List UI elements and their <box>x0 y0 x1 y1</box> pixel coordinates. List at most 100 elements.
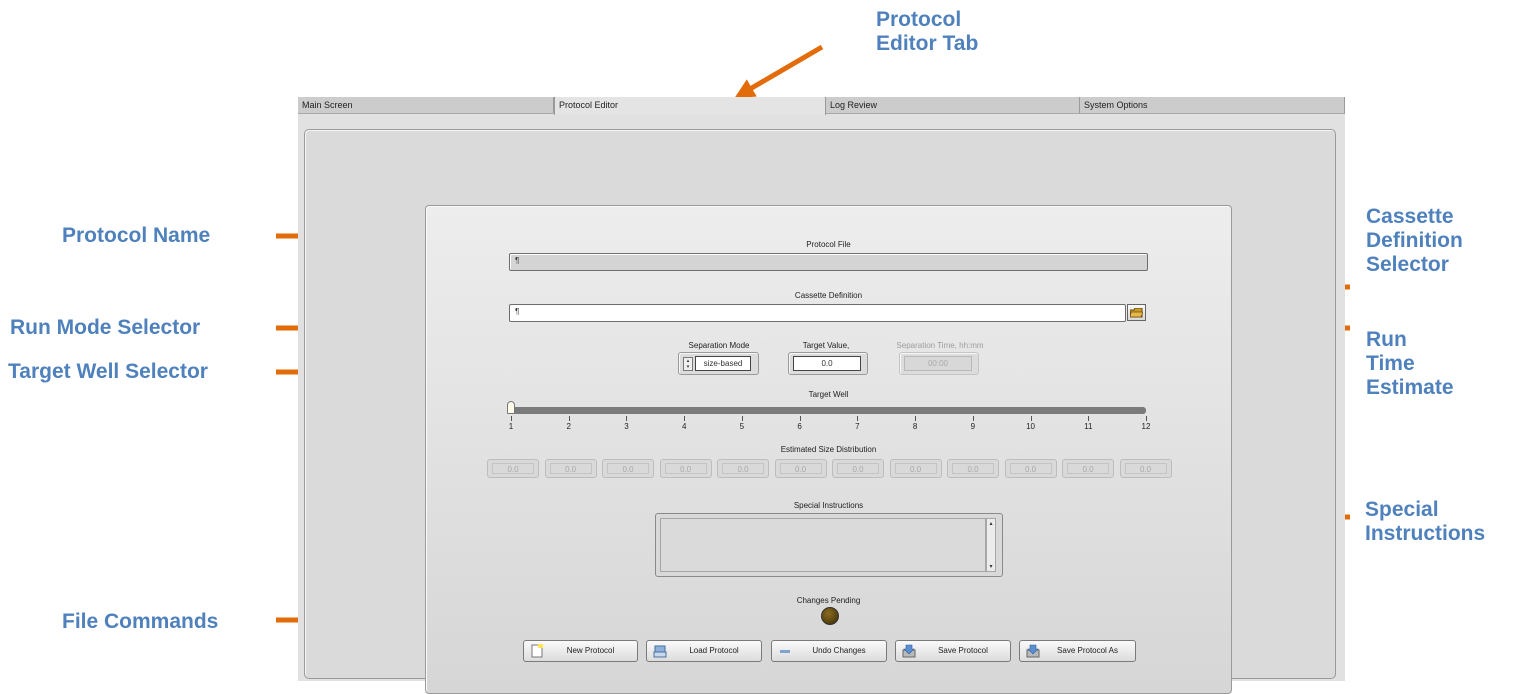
size-distribution-cell: 0.0 <box>487 459 539 478</box>
folder-browse-button[interactable] <box>1127 304 1146 321</box>
application-window: Main Screen Protocol Editor Log Review S… <box>298 97 1345 694</box>
tab-bar: Main Screen Protocol Editor Log Review S… <box>298 97 1345 115</box>
target-value-frame: 0.0 <box>788 352 868 375</box>
tab-system-options[interactable]: System Options <box>1080 97 1345 113</box>
size-distribution-value: 0.0 <box>952 463 994 474</box>
slider-thumb[interactable] <box>507 401 515 414</box>
protocol-file-field[interactable]: ¶ <box>509 253 1148 271</box>
save-protocol-button[interactable]: Save Protocol <box>895 640 1011 662</box>
path-icon: ¶ <box>515 256 520 265</box>
size-distribution-value: 0.0 <box>1124 463 1167 474</box>
special-instructions-scrollbar[interactable]: ▴ ▾ <box>986 518 996 572</box>
target-well-slider[interactable]: 1 2 3 4 5 6 7 8 9 10 11 12 <box>506 399 1151 439</box>
slider-tick <box>1088 416 1090 421</box>
slider-tick-label: 1 <box>508 422 514 431</box>
save-protocol-as-label: Save Protocol As <box>1057 646 1118 655</box>
special-instructions-label: Special Instructions <box>793 501 864 510</box>
size-distribution-value: 0.0 <box>664 463 707 474</box>
size-distribution-cell: 0.0 <box>717 459 769 478</box>
size-distribution-cell: 0.0 <box>774 459 827 478</box>
separation-time-label: Separation Time, hh:mm <box>896 341 984 350</box>
tab-main-screen[interactable]: Main Screen <box>298 97 554 113</box>
slider-tick-label: 2 <box>566 422 571 431</box>
new-document-icon <box>531 644 543 658</box>
size-distribution-value: 0.0 <box>549 463 592 474</box>
size-distribution-value: 0.0 <box>722 463 764 474</box>
slider-tick-label: 11 <box>1084 422 1093 431</box>
slider-tick-label: 12 <box>1141 422 1151 431</box>
size-distribution-cell: 0.0 <box>544 459 597 478</box>
estimated-size-distribution: 0.0 0.0 0.0 0.0 0.0 0.0 0.0 0.0 0.0 0.0 0.0 0.0 <box>487 459 1187 480</box>
slider-tick-label: 9 <box>970 422 976 431</box>
size-distribution-value: 0.0 <box>894 463 937 474</box>
changes-pending-led <box>821 607 839 625</box>
separation-time-display: 00:00 <box>904 356 972 371</box>
slider-track <box>511 407 1146 414</box>
undo-icon <box>780 650 790 653</box>
separation-mode-frame: ▴ ▾ size-based <box>678 352 759 375</box>
load-protocol-label: Load Protocol <box>689 646 739 655</box>
slider-tick-label: 10 <box>1026 422 1035 431</box>
slider-tick-label: 4 <box>681 422 687 431</box>
target-well-label: Target Well <box>808 390 849 399</box>
save-protocol-as-button[interactable]: Save Protocol As <box>1019 640 1136 662</box>
slider-tick <box>568 416 570 421</box>
slider-tick-label: 7 <box>855 422 860 431</box>
slider-tick <box>1146 416 1147 421</box>
target-value-label: Target Value, <box>802 341 850 350</box>
size-distribution-cell: 0.0 <box>832 459 884 478</box>
slider-tick <box>626 416 628 421</box>
size-distribution-cell: 0.0 <box>1119 459 1172 478</box>
size-distribution-value: 0.0 <box>607 463 649 474</box>
protocol-file-label: Protocol File <box>806 240 851 249</box>
separation-time-frame: 00:00 <box>899 352 979 375</box>
size-distribution-value: 0.0 <box>1009 463 1052 474</box>
mode-stepper[interactable]: ▴ ▾ <box>683 357 693 371</box>
slider-tick <box>1030 416 1032 421</box>
scroll-up-icon[interactable]: ▴ <box>987 520 995 527</box>
cassette-definition-field[interactable]: ¶ <box>509 304 1126 322</box>
size-distribution-cell: 0.0 <box>889 459 942 478</box>
size-distribution-value: 0.0 <box>837 463 879 474</box>
size-distribution-value: 0.0 <box>779 463 822 474</box>
scroll-down-icon[interactable]: ▾ <box>987 563 995 570</box>
folder-icon <box>1130 308 1143 318</box>
size-distribution-cell: 0.0 <box>1004 459 1057 478</box>
special-instructions-frame: ▴ ▾ <box>655 513 1003 577</box>
slider-tick <box>799 416 801 421</box>
new-protocol-button[interactable]: New Protocol <box>523 640 638 662</box>
slider-tick <box>972 416 974 421</box>
slider-tick-label: 5 <box>739 422 745 431</box>
undo-changes-button[interactable]: Undo Changes <box>771 640 887 662</box>
slider-tick <box>684 416 686 421</box>
size-distribution-value: 0.0 <box>492 463 534 474</box>
size-distribution-cell: 0.0 <box>947 459 999 478</box>
size-distribution-cell: 0.0 <box>659 459 712 478</box>
load-protocol-button[interactable]: Load Protocol <box>646 640 762 662</box>
protocol-editor-panel: Protocol File ¶ Cassette Definition ¶ Se… <box>425 205 1232 694</box>
arrow-protocol-editor-tab <box>734 44 824 99</box>
slider-tick-label: 8 <box>912 422 918 431</box>
estimated-size-label: Estimated Size Distribution <box>780 445 877 454</box>
tab-protocol-editor[interactable]: Protocol Editor <box>554 97 826 115</box>
save-protocol-label: Save Protocol <box>938 646 988 655</box>
size-distribution-cell: 0.0 <box>602 459 654 478</box>
special-instructions-textarea[interactable] <box>660 518 986 572</box>
new-protocol-label: New Protocol <box>566 646 615 655</box>
cassette-definition-label: Cassette Definition <box>794 291 863 300</box>
undo-changes-label: Undo Changes <box>812 646 866 655</box>
slider-tick <box>511 416 512 421</box>
slider-tick <box>741 416 743 421</box>
slider-tick <box>915 416 917 421</box>
save-as-icon <box>1026 644 1040 658</box>
load-icon <box>653 645 667 658</box>
path-icon: ¶ <box>515 307 520 316</box>
slider-tick-label: 3 <box>624 422 629 431</box>
separation-mode-label: Separation Mode <box>688 341 750 350</box>
separation-mode-select[interactable]: size-based <box>695 356 751 371</box>
target-value-input[interactable]: 0.0 <box>793 356 861 371</box>
slider-tick-label: 6 <box>797 422 802 431</box>
tab-log-review[interactable]: Log Review <box>826 97 1080 113</box>
tab-content-panel: Protocol File ¶ Cassette Definition ¶ Se… <box>304 129 1336 694</box>
save-icon <box>902 644 916 658</box>
